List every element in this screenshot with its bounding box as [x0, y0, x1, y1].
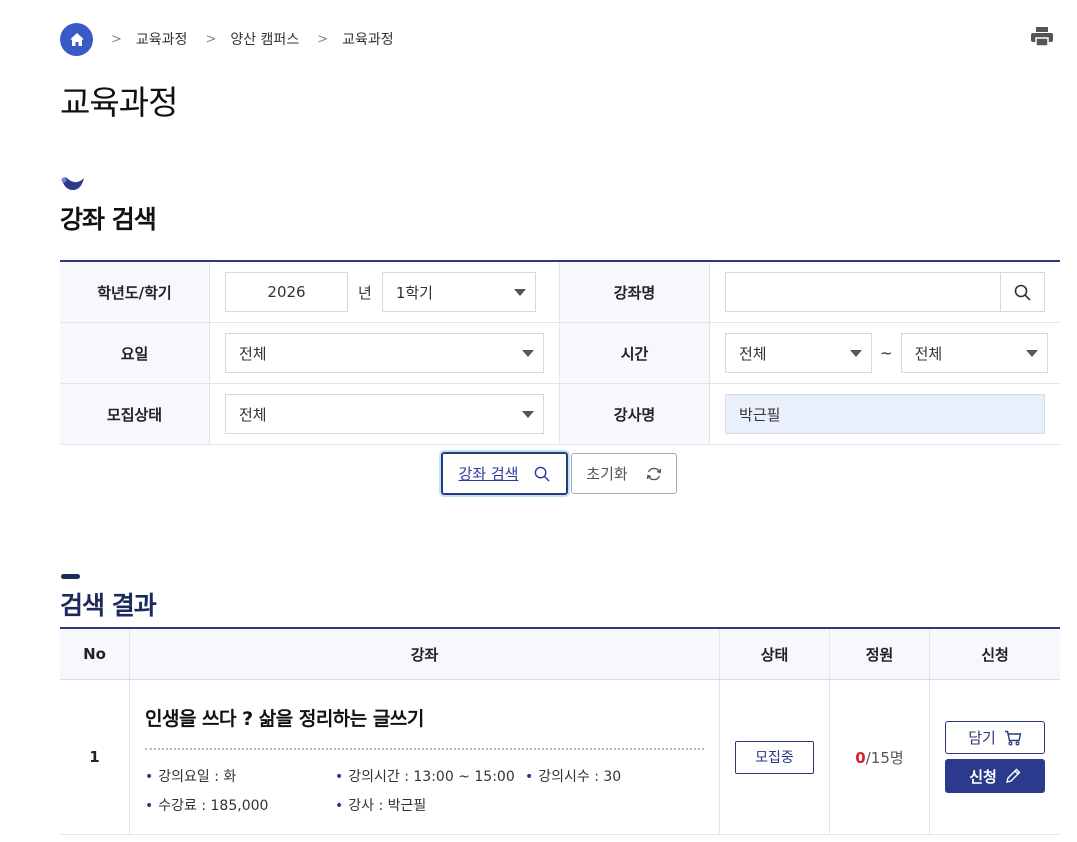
status-select[interactable]: 전체: [225, 394, 544, 434]
course-time: 강의시간 : 13:00 ~ 15:00: [335, 766, 514, 786]
capacity: 0/15명: [855, 747, 903, 768]
chevron-right-icon: >: [317, 31, 329, 47]
course-name-cell: [710, 262, 1060, 322]
day-value: 전체: [239, 344, 267, 363]
table-row: 1 인생을 쓰다 ? 삶을 정리하는 글쓰기 강의요일 : 화 강의시간 : 1…: [60, 680, 1060, 835]
time-label: 시간: [560, 323, 710, 383]
semester-select[interactable]: 1학기: [381, 272, 536, 312]
col-course: 강좌: [130, 629, 720, 679]
dropdown-arrow-icon: [522, 411, 534, 418]
capacity-cell: 0/15명: [830, 680, 930, 834]
enrolled-count: 0: [855, 748, 866, 767]
results-table: No 강좌 상태 정원 신청 1 인생을 쓰다 ? 삶을 정리하는 글쓰기 강의…: [60, 627, 1060, 835]
section-mark-icon: [61, 177, 84, 190]
year-input[interactable]: 2026: [225, 272, 348, 312]
status-cell: 전체: [210, 384, 560, 444]
course-search-label: 강좌 검색: [458, 465, 519, 483]
row-no: 1: [60, 680, 130, 834]
dropdown-arrow-icon: [522, 350, 534, 357]
col-apply: 신청: [981, 645, 1009, 664]
chevron-right-icon: >: [205, 31, 217, 47]
time-from-value: 전체: [739, 344, 767, 363]
print-button[interactable]: [1031, 27, 1055, 49]
instructor-input[interactable]: 박근필: [725, 394, 1045, 434]
page-title: 교육과정: [60, 83, 178, 122]
col-no: No: [60, 629, 130, 679]
apply-actions: 담기 신청: [945, 721, 1045, 793]
reset-button[interactable]: 초기화: [571, 453, 677, 494]
breadcrumb-item-3[interactable]: 교육과정: [342, 29, 394, 49]
printer-icon: [1031, 27, 1053, 47]
cart-icon: [1004, 730, 1022, 746]
search-form: 학년도/학기 2026 년 1학기 강좌명 요일 전체 시간 전체 ~ 전체 모…: [60, 260, 1060, 445]
course-cell: 인생을 쓰다 ? 삶을 정리하는 글쓰기 강의요일 : 화 강의시간 : 13:…: [130, 680, 720, 834]
status-cell: 모집중: [720, 680, 830, 834]
form-row-year: 학년도/학기 2026 년 1학기 강좌명: [60, 262, 1060, 323]
reset-label: 초기화: [586, 465, 628, 483]
time-to-value: 전체: [914, 344, 943, 363]
course-search-button[interactable]: 강좌 검색: [439, 450, 570, 497]
search-icon: [1014, 284, 1031, 301]
chevron-right-icon: >: [111, 31, 122, 47]
status-badge: 모집중: [735, 740, 814, 774]
breadcrumb: > 교육과정 > 양산 캠퍼스 > 교육과정: [60, 22, 394, 56]
course-instructor: 강사 : 박근필: [335, 795, 426, 815]
status-value: 전체: [239, 405, 267, 424]
day-select[interactable]: 전체: [225, 333, 544, 373]
course-name-label: 강좌명: [560, 262, 710, 322]
cart-label: 담기: [968, 729, 996, 747]
course-day: 강의요일 : 화: [145, 766, 236, 786]
course-name-search: [725, 272, 1045, 312]
section-bar-icon: [61, 574, 80, 579]
col-capacity: 정원: [830, 629, 930, 679]
day-label: 요일: [60, 323, 210, 383]
semester-value: 1학기: [395, 283, 433, 302]
course-info: 강의요일 : 화 강의시간 : 13:00 ~ 15:00 강의시수 : 30 …: [145, 766, 704, 826]
search-section-title: 강좌 검색: [60, 205, 157, 234]
time-cell: 전체 ~ 전체: [710, 323, 1060, 383]
course-name-search-button[interactable]: [1000, 273, 1044, 311]
dropdown-arrow-icon: [850, 350, 862, 357]
instructor-label: 강사명: [560, 384, 710, 444]
course-fee: 수강료 : 185,000: [145, 795, 268, 815]
add-to-cart-button[interactable]: 담기: [945, 721, 1045, 754]
instructor-cell: 박근필: [710, 384, 1060, 444]
form-row-status: 모집상태 전체 강사명 박근필: [60, 384, 1060, 445]
day-cell: 전체: [210, 323, 560, 383]
col-status: 상태: [720, 629, 830, 679]
breadcrumb-item-2[interactable]: 양산 캠퍼스: [230, 29, 299, 49]
pencil-icon: [1005, 768, 1021, 783]
time-from-select[interactable]: 전체: [725, 333, 872, 373]
refresh-icon: [646, 467, 661, 480]
table-header: No 강좌 상태 정원 신청: [60, 629, 1060, 680]
course-title[interactable]: 인생을 쓰다 ? 삶을 정리하는 글쓰기: [145, 704, 704, 750]
apply-label: 신청: [969, 767, 997, 786]
capacity-total: /15명: [865, 748, 904, 767]
breadcrumb-item-1[interactable]: 교육과정: [136, 29, 188, 49]
form-row-day: 요일 전체 시간 전체 ~ 전체: [60, 323, 1060, 384]
status-label: 모집상태: [60, 384, 210, 444]
dropdown-arrow-icon: [513, 289, 526, 296]
time-separator: ~: [880, 344, 893, 362]
year-unit: 년: [358, 283, 372, 302]
home-button[interactable]: [60, 22, 93, 56]
apply-cell: 담기 신청: [930, 680, 1060, 834]
year-label: 학년도/학기: [60, 262, 210, 322]
course-name-input[interactable]: [726, 273, 1000, 311]
search-icon: [535, 466, 551, 482]
year-cell: 2026 년 1학기: [210, 262, 560, 322]
apply-button[interactable]: 신청: [945, 759, 1045, 793]
home-icon: [69, 32, 84, 46]
time-to-select[interactable]: 전체: [900, 333, 1048, 373]
dropdown-arrow-icon: [1025, 350, 1038, 357]
results-section-title: 검색 결과: [60, 591, 157, 620]
course-hours: 강의시수 : 30: [525, 766, 621, 786]
